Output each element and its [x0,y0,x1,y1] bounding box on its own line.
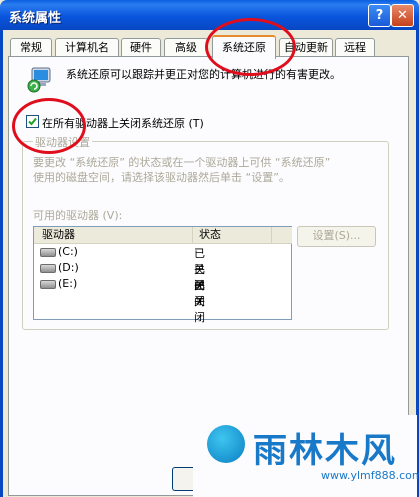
watermark-logo: 雨林木风 www.ylmf888.com [193,415,419,497]
drive-name: (D:) [58,261,79,274]
drive-name: (C:) [58,245,78,258]
ok-button-partial[interactable] [172,467,193,491]
annotation-circle-checkbox [12,98,86,154]
tab-advanced[interactable]: 高级 [164,38,208,57]
restore-description: 系统还原可以跟踪并更正对您的计算机进行的有害更改。 [66,68,341,81]
watermark-url: www.ylmf888.com [321,469,419,482]
drive-status: 已关闭 [194,279,205,324]
system-restore-icon [26,64,56,97]
available-drives-label: 可用的驱动器 (V): [33,209,123,222]
hard-drive-icon [40,264,56,273]
tab-hardware[interactable]: 硬件 [121,38,161,57]
window-title: 系统属性 [9,11,62,26]
column-header-status[interactable]: 状态 [192,227,272,244]
tab-system-restore[interactable]: 系统还原 [212,35,276,59]
drives-list[interactable]: 驱动器 状态 (C:) 已关闭 (D:) 已关闭 (E:) 已关闭 [33,226,292,324]
tab-computer-name[interactable]: 计算机名 [55,38,119,57]
drive-settings-text-2: 使用的磁盘空间，请选择该驱动器然后单击 “设置”。 [33,171,290,184]
help-button[interactable]: ? [368,4,391,27]
drive-settings-text-1: 要更改 “系统还原” 的状态或在一个驱动器上可供 “系统还原” [33,156,331,169]
tab-remote[interactable]: 远程 [335,38,375,57]
watermark-text: 雨林木风 [253,431,397,471]
column-header-drive[interactable]: 驱动器 [34,227,192,244]
drive-name: (E:) [58,277,78,290]
title-bar[interactable]: 系统属性 ? ✕ [0,0,419,30]
close-button[interactable]: ✕ [391,4,414,27]
hard-drive-icon [40,248,56,257]
settings-button[interactable]: 设置(S)... [297,226,376,247]
column-header-filler [271,227,292,244]
tab-general[interactable]: 常规 [10,38,52,57]
leaf-logo-icon [207,425,245,463]
hard-drive-icon [40,280,56,289]
